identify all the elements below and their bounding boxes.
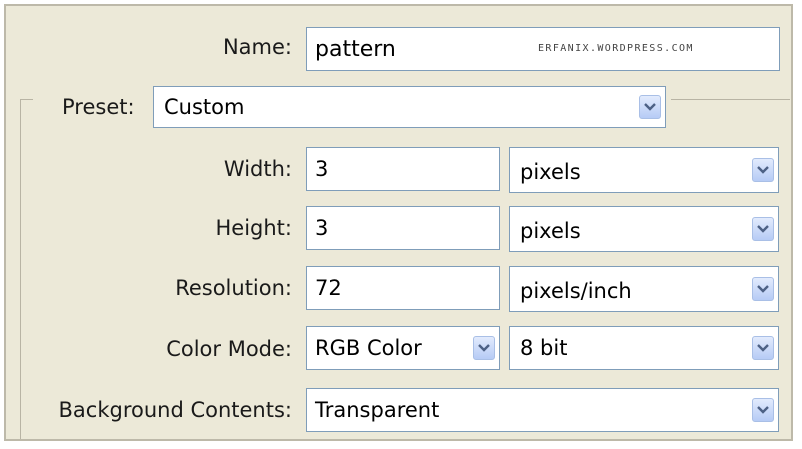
chevron-down-icon[interactable]	[752, 398, 774, 422]
resolution-field[interactable]: 72	[306, 266, 500, 310]
bit-depth-select[interactable]: 8 bit	[509, 326, 779, 370]
resolution-unit-select[interactable]: pixels/inch	[509, 266, 779, 312]
color-mode-value: RGB Color	[315, 336, 422, 360]
preset-label: Preset:	[62, 95, 135, 119]
name-value: pattern	[315, 36, 396, 62]
width-label: Width:	[223, 157, 292, 181]
color-mode-select[interactable]: RGB Color	[306, 326, 500, 370]
name-label: Name:	[222, 35, 292, 59]
height-label: Height:	[215, 216, 293, 240]
height-value: 3	[315, 216, 329, 240]
watermark-text: ERFANIX.WORDPRESS.COM	[538, 43, 694, 54]
resolution-value: 72	[315, 276, 342, 300]
width-unit-value: pixels	[520, 160, 581, 184]
resolution-label: Resolution:	[175, 276, 292, 300]
preset-value: Custom	[164, 95, 245, 119]
chevron-down-icon[interactable]	[752, 277, 774, 301]
width-value: 3	[315, 157, 329, 181]
height-unit-value: pixels	[520, 219, 581, 243]
background-contents-select[interactable]: Transparent	[306, 388, 779, 432]
chevron-down-icon[interactable]	[752, 158, 774, 182]
bit-depth-value: 8 bit	[520, 336, 568, 360]
height-unit-select[interactable]: pixels	[509, 206, 779, 252]
height-field[interactable]: 3	[306, 206, 500, 250]
background-contents-label: Background Contents:	[58, 398, 293, 422]
width-unit-select[interactable]: pixels	[509, 147, 779, 193]
width-field[interactable]: 3	[306, 147, 500, 191]
preset-select[interactable]: Custom	[153, 86, 666, 128]
chevron-down-icon[interactable]	[639, 95, 661, 119]
resolution-unit-value: pixels/inch	[520, 279, 632, 303]
chevron-down-icon[interactable]	[752, 217, 774, 241]
chevron-down-icon[interactable]	[473, 336, 495, 360]
background-contents-value: Transparent	[315, 398, 440, 422]
color-mode-label: Color Mode:	[166, 337, 292, 361]
chevron-down-icon[interactable]	[752, 336, 774, 360]
